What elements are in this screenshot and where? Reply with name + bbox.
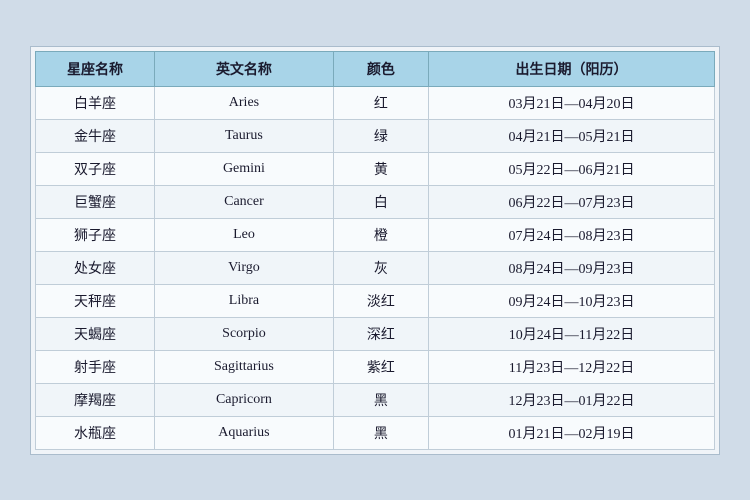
cell-color: 红	[333, 86, 428, 119]
cell-date: 01月21日—02月19日	[429, 416, 715, 449]
cell-color: 黑	[333, 383, 428, 416]
cell-date: 06月22日—07月23日	[429, 185, 715, 218]
table-row: 狮子座Leo橙07月24日—08月23日	[36, 218, 715, 251]
cell-english: Cancer	[155, 185, 334, 218]
header-chinese: 星座名称	[36, 51, 155, 86]
cell-chinese: 射手座	[36, 350, 155, 383]
zodiac-table: 星座名称 英文名称 颜色 出生日期（阳历） 白羊座Aries红03月21日—04…	[35, 51, 715, 450]
cell-chinese: 处女座	[36, 251, 155, 284]
cell-date: 03月21日—04月20日	[429, 86, 715, 119]
table-row: 射手座Sagittarius紫红11月23日—12月22日	[36, 350, 715, 383]
cell-color: 白	[333, 185, 428, 218]
cell-chinese: 双子座	[36, 152, 155, 185]
cell-color: 灰	[333, 251, 428, 284]
cell-date: 07月24日—08月23日	[429, 218, 715, 251]
cell-english: Leo	[155, 218, 334, 251]
header-english: 英文名称	[155, 51, 334, 86]
header-color: 颜色	[333, 51, 428, 86]
cell-english: Sagittarius	[155, 350, 334, 383]
cell-english: Virgo	[155, 251, 334, 284]
cell-chinese: 天蝎座	[36, 317, 155, 350]
table-row: 双子座Gemini黄05月22日—06月21日	[36, 152, 715, 185]
cell-date: 05月22日—06月21日	[429, 152, 715, 185]
cell-english: Gemini	[155, 152, 334, 185]
cell-chinese: 巨蟹座	[36, 185, 155, 218]
cell-date: 12月23日—01月22日	[429, 383, 715, 416]
cell-english: Scorpio	[155, 317, 334, 350]
cell-chinese: 水瓶座	[36, 416, 155, 449]
zodiac-table-container: 星座名称 英文名称 颜色 出生日期（阳历） 白羊座Aries红03月21日—04…	[30, 46, 720, 455]
cell-english: Aries	[155, 86, 334, 119]
cell-date: 08月24日—09月23日	[429, 251, 715, 284]
table-header-row: 星座名称 英文名称 颜色 出生日期（阳历）	[36, 51, 715, 86]
cell-chinese: 摩羯座	[36, 383, 155, 416]
header-date: 出生日期（阳历）	[429, 51, 715, 86]
cell-english: Aquarius	[155, 416, 334, 449]
table-row: 白羊座Aries红03月21日—04月20日	[36, 86, 715, 119]
table-row: 天蝎座Scorpio深红10月24日—11月22日	[36, 317, 715, 350]
cell-chinese: 天秤座	[36, 284, 155, 317]
cell-color: 深红	[333, 317, 428, 350]
cell-color: 黄	[333, 152, 428, 185]
cell-chinese: 白羊座	[36, 86, 155, 119]
cell-chinese: 狮子座	[36, 218, 155, 251]
table-row: 天秤座Libra淡红09月24日—10月23日	[36, 284, 715, 317]
cell-date: 11月23日—12月22日	[429, 350, 715, 383]
cell-color: 橙	[333, 218, 428, 251]
cell-date: 09月24日—10月23日	[429, 284, 715, 317]
cell-english: Taurus	[155, 119, 334, 152]
cell-chinese: 金牛座	[36, 119, 155, 152]
table-row: 水瓶座Aquarius黑01月21日—02月19日	[36, 416, 715, 449]
table-row: 摩羯座Capricorn黑12月23日—01月22日	[36, 383, 715, 416]
cell-color: 紫红	[333, 350, 428, 383]
table-row: 处女座Virgo灰08月24日—09月23日	[36, 251, 715, 284]
table-row: 金牛座Taurus绿04月21日—05月21日	[36, 119, 715, 152]
cell-color: 绿	[333, 119, 428, 152]
cell-color: 黑	[333, 416, 428, 449]
cell-english: Capricorn	[155, 383, 334, 416]
cell-date: 04月21日—05月21日	[429, 119, 715, 152]
cell-color: 淡红	[333, 284, 428, 317]
cell-date: 10月24日—11月22日	[429, 317, 715, 350]
table-row: 巨蟹座Cancer白06月22日—07月23日	[36, 185, 715, 218]
cell-english: Libra	[155, 284, 334, 317]
